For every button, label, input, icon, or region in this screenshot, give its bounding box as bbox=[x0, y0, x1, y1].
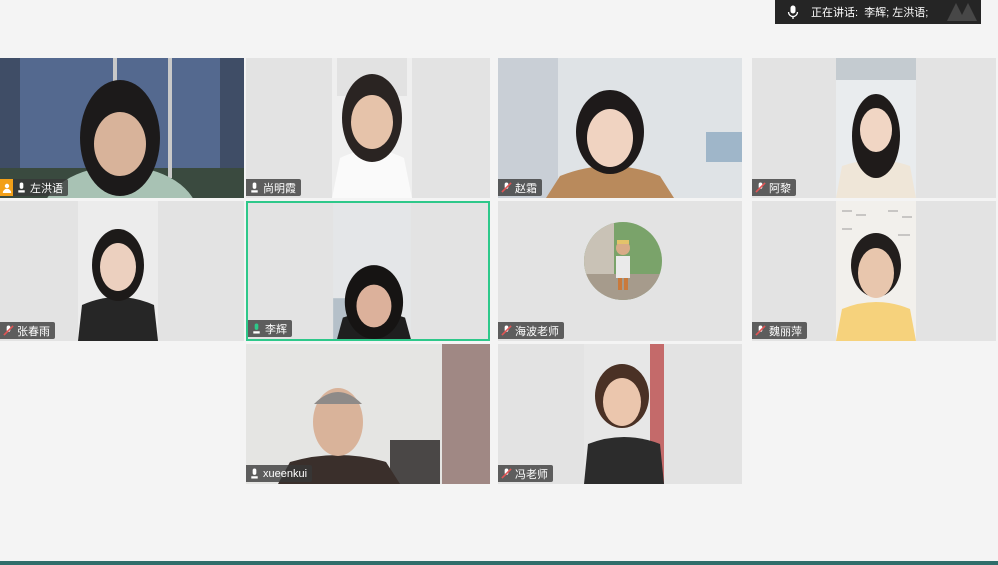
participant-video bbox=[332, 58, 412, 198]
participant-name: xueenkui bbox=[263, 467, 308, 480]
host-person-icon bbox=[2, 183, 11, 193]
participant-video bbox=[0, 58, 244, 198]
participant-tile[interactable]: 阿黎 bbox=[752, 58, 996, 198]
participant-video bbox=[498, 58, 742, 198]
participant-video bbox=[584, 344, 664, 484]
mic-icon bbox=[251, 182, 258, 193]
mic-icon bbox=[251, 468, 258, 479]
participant-name-label: 李辉 bbox=[248, 320, 292, 337]
participant-name: 魏丽萍 bbox=[769, 325, 802, 338]
participant-tile[interactable]: 冯老师 bbox=[498, 344, 742, 484]
mic-muted-icon bbox=[501, 182, 512, 193]
participant-name-label: 尚明霞 bbox=[246, 179, 301, 196]
participant-name-label: 冯老师 bbox=[498, 465, 553, 482]
participant-video bbox=[246, 344, 490, 484]
participant-tile[interactable]: 赵霜 bbox=[498, 58, 742, 198]
participant-name-label: xueenkui bbox=[246, 465, 313, 482]
participant-tile-active-speaker[interactable]: 李辉 bbox=[246, 201, 490, 341]
mic-muted-icon bbox=[501, 468, 512, 479]
participant-name: 赵霜 bbox=[515, 182, 537, 195]
mic-icon bbox=[787, 5, 799, 19]
participant-tile[interactable]: 左洪语 bbox=[0, 58, 244, 198]
speaking-names: 李辉; 左洪语; bbox=[864, 7, 929, 19]
participant-name-label: 魏丽萍 bbox=[752, 322, 807, 339]
mic-speaking-icon bbox=[253, 323, 260, 334]
participant-tile[interactable]: 魏丽萍 bbox=[752, 201, 996, 341]
participant-name: 阿黎 bbox=[769, 182, 791, 195]
participant-name-label: 海波老师 bbox=[498, 322, 564, 339]
bottom-toolbar-edge bbox=[0, 561, 998, 565]
participant-name: 海波老师 bbox=[515, 325, 559, 338]
mic-muted-icon bbox=[501, 325, 512, 336]
participant-name: 李辉 bbox=[265, 323, 287, 336]
participant-name: 尚明霞 bbox=[263, 182, 296, 195]
participant-name-label: 左洪语 bbox=[13, 179, 68, 196]
speaking-prefix: 正在讲话: bbox=[811, 7, 859, 19]
mic-muted-icon bbox=[3, 325, 14, 336]
participant-video bbox=[836, 58, 916, 198]
participant-name-label: 张春雨 bbox=[0, 322, 55, 339]
avatar bbox=[584, 222, 662, 300]
participant-name-label: 阿黎 bbox=[752, 179, 796, 196]
participant-video bbox=[78, 201, 158, 341]
mic-icon bbox=[18, 182, 25, 193]
speaking-indicator: 正在讲话: 李辉; 左洪语; bbox=[775, 0, 981, 24]
pattern-decoration-icon bbox=[947, 3, 977, 21]
host-badge bbox=[0, 179, 13, 196]
participant-video bbox=[836, 201, 916, 341]
participant-tile[interactable]: 张春雨 bbox=[0, 201, 244, 341]
participant-name: 张春雨 bbox=[17, 325, 50, 338]
participant-video bbox=[333, 203, 411, 339]
mic-muted-icon bbox=[755, 325, 766, 336]
mic-muted-icon bbox=[755, 182, 766, 193]
participant-name: 左洪语 bbox=[30, 182, 63, 195]
participant-name: 冯老师 bbox=[515, 468, 548, 481]
participant-tile[interactable]: 海波老师 bbox=[498, 201, 742, 341]
participant-name-label: 赵霜 bbox=[498, 179, 542, 196]
participant-tile[interactable]: xueenkui bbox=[246, 344, 490, 484]
participant-tile[interactable]: 尚明霞 bbox=[246, 58, 490, 198]
